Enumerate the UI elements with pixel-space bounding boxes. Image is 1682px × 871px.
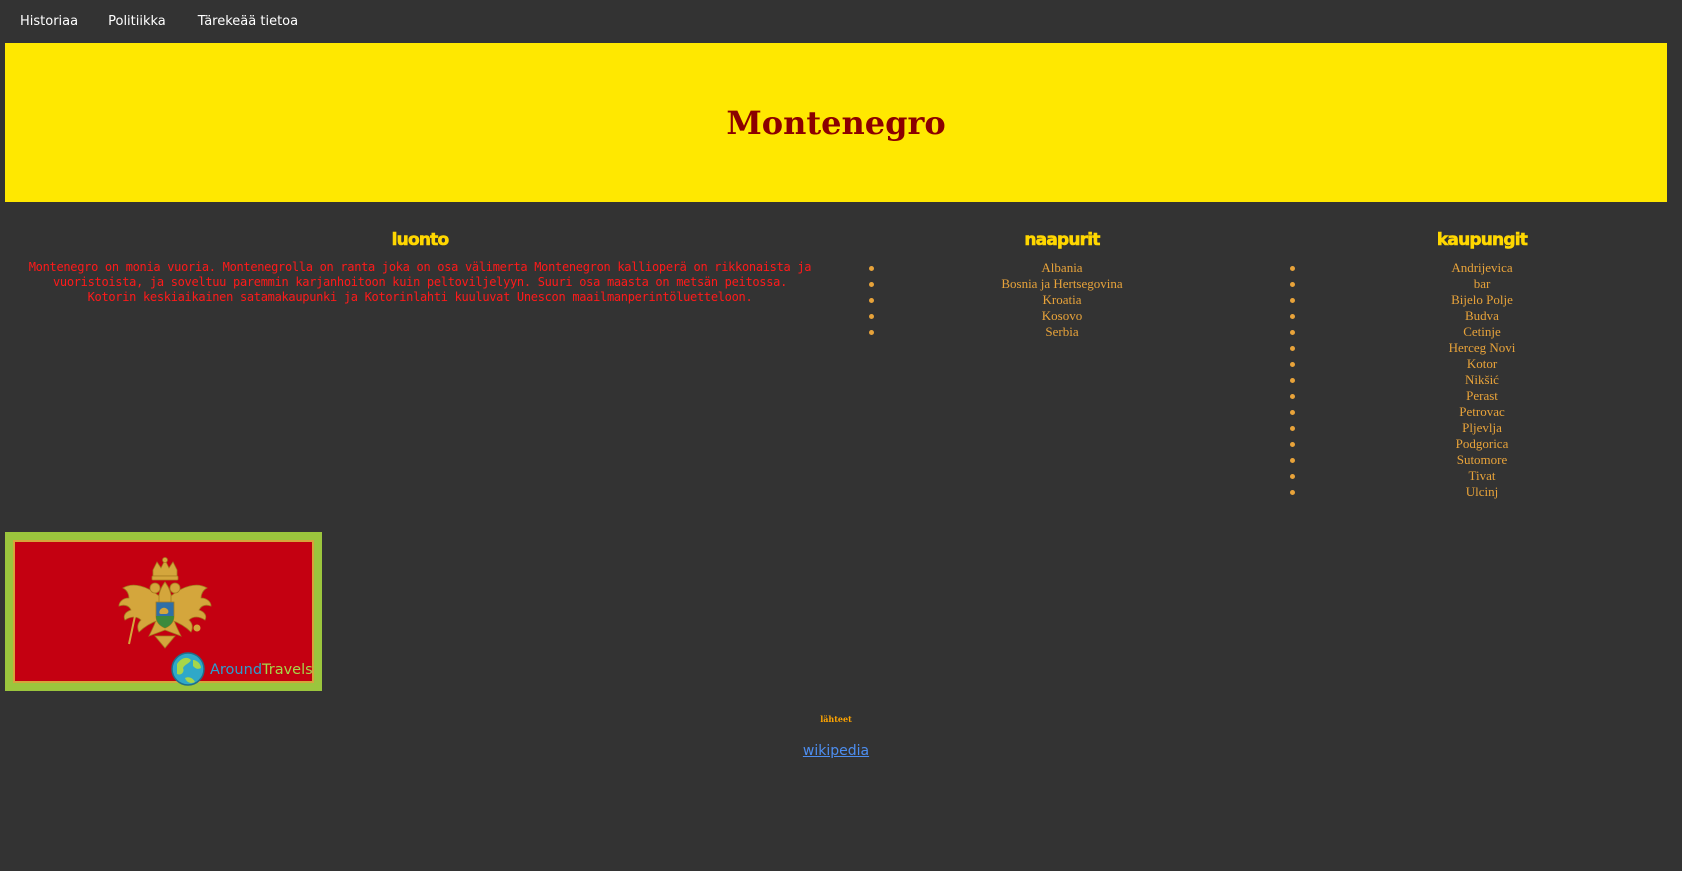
list-item: Andrijevica <box>1277 260 1682 276</box>
list-item: Serbia <box>862 324 1262 340</box>
nav-link-politiikka[interactable]: Politiikka <box>94 14 182 29</box>
list-item: Herceg Novi <box>1277 340 1682 356</box>
wikipedia-link[interactable]: wikipedia <box>803 743 869 759</box>
list-item: Sutomore <box>1277 452 1682 468</box>
watermark-text: AroundTravels <box>210 662 313 678</box>
list-item: Nikšić <box>1277 372 1682 388</box>
nav-link-historiaa[interactable]: Historiaa <box>0 14 94 29</box>
list-item: Budva <box>1277 308 1682 324</box>
list-item: Bijelo Polje <box>1277 292 1682 308</box>
list-item: Pljevlja <box>1277 420 1682 436</box>
nav-link-tarkeaa-tietoa[interactable]: Tärekeää tietoa <box>182 14 314 29</box>
kaupungit-heading: kaupungit <box>1436 230 1529 251</box>
list-item: Tivat <box>1277 468 1682 484</box>
list-item: bar <box>1277 276 1682 292</box>
title-banner: Montenegro <box>5 43 1667 202</box>
list-item: Kosovo <box>862 308 1262 324</box>
list-item: Cetinje <box>1277 324 1682 340</box>
naapurit-heading: naapurit <box>1024 230 1101 251</box>
list-item: Albania <box>862 260 1262 276</box>
luonto-paragraph: Montenegro on monia vuoria. Montenegroll… <box>28 260 812 304</box>
page-title: Montenegro <box>726 103 946 142</box>
list-item: Podgorica <box>1277 436 1682 452</box>
list-item: Bosnia ja Hertsegovina <box>862 276 1262 292</box>
naapurit-list: Albania Bosnia ja Hertsegovina Kroatia K… <box>862 260 1262 340</box>
kaupungit-section: kaupungit Andrijevica bar Bijelo Polje B… <box>1277 230 1682 500</box>
list-item: Kotor <box>1277 356 1682 372</box>
list-item: Ulcinj <box>1277 484 1682 500</box>
list-item: Perast <box>1277 388 1682 404</box>
list-item: Petrovac <box>1277 404 1682 420</box>
flag-watermark: AroundTravels <box>210 662 313 678</box>
list-item: Kroatia <box>862 292 1262 308</box>
luonto-section: luonto Montenegro on monia vuoria. Monte… <box>28 230 812 305</box>
sources-heading: lähteet <box>820 714 852 724</box>
montenegro-flag-image: AroundTravels <box>5 532 322 691</box>
kaupungit-list: Andrijevica bar Bijelo Polje Budva Cetin… <box>1277 260 1682 500</box>
sources-link-container: wikipedia <box>0 743 1672 759</box>
naapurit-section: naapurit Albania Bosnia ja Hertsegovina … <box>862 230 1262 340</box>
top-navigation: Historiaa Politiikka Tärekeää tietoa <box>0 0 1682 43</box>
luonto-heading: luonto <box>391 230 449 251</box>
